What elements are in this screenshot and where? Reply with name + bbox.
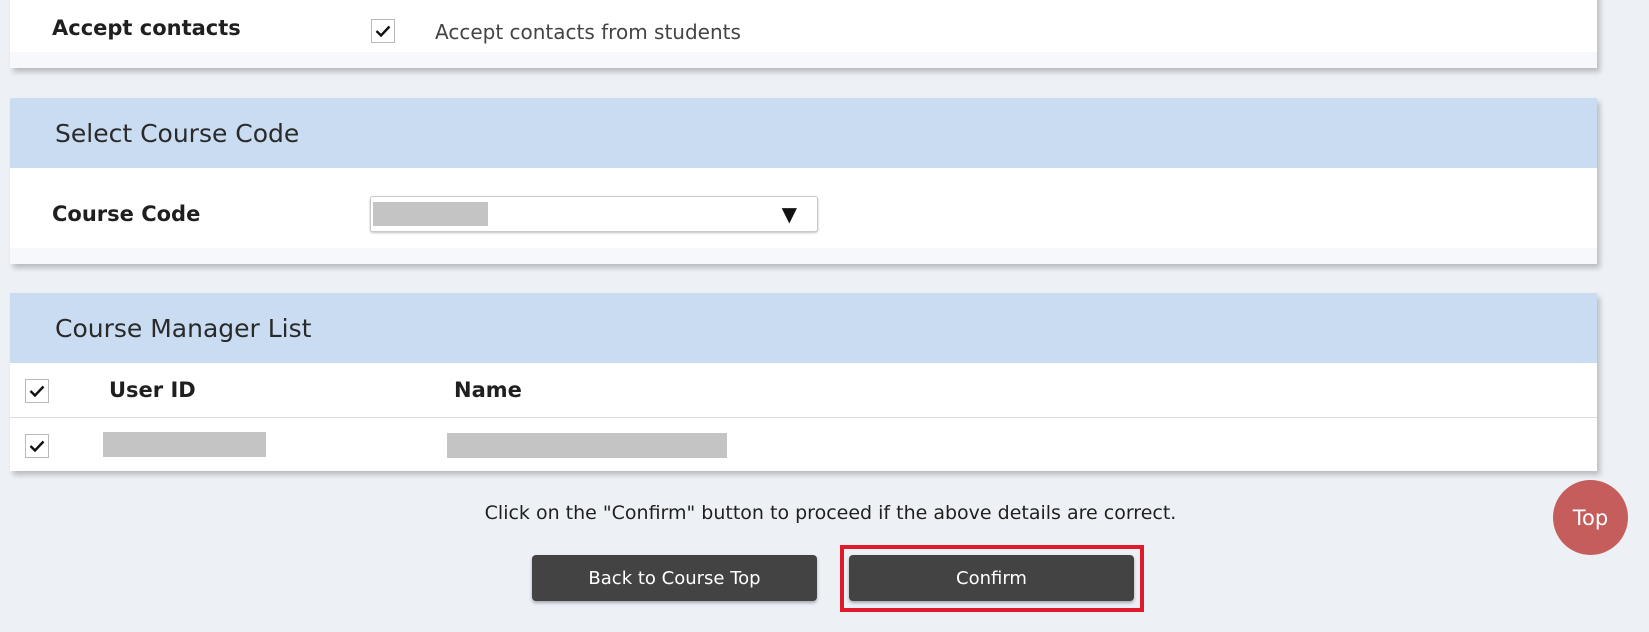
column-header-name: Name: [454, 378, 522, 402]
select-all-checkbox[interactable]: [25, 379, 49, 403]
course-code-label: Course Code: [52, 202, 201, 226]
contacts-panel: Accept contacts Accept contacts from stu…: [10, 0, 1597, 68]
row-divider: [10, 248, 1597, 264]
column-header-user-id: User ID: [109, 378, 196, 402]
accept-contacts-text: Accept contacts from students: [435, 20, 741, 44]
course-code-select[interactable]: ▼: [370, 196, 818, 232]
checkmark-icon: [375, 25, 391, 37]
dropdown-arrow-icon: ▼: [781, 202, 797, 226]
scroll-to-top-button[interactable]: Top: [1553, 480, 1628, 555]
course-manager-section-title: Course Manager List: [10, 293, 1597, 363]
checkmark-icon: [29, 440, 45, 452]
accept-contacts-row: Accept contacts Accept contacts from stu…: [10, 0, 1597, 52]
course-code-section-title: Select Course Code: [10, 98, 1597, 168]
checkmark-icon: [29, 385, 45, 397]
course-code-row: Course Code ▼: [10, 168, 1597, 248]
table-header-row: User ID Name: [10, 363, 1597, 418]
accept-contacts-label: Accept contacts: [52, 16, 241, 40]
course-code-panel: Select Course Code Course Code ▼: [10, 98, 1597, 264]
course-manager-panel: Course Manager List User ID Name: [10, 293, 1597, 471]
row-select-checkbox[interactable]: [25, 434, 49, 458]
accept-contacts-checkbox[interactable]: [371, 19, 395, 43]
confirm-notice-text: Click on the "Confirm" button to proceed…: [484, 502, 1177, 524]
table-row: [10, 418, 1597, 471]
course-code-selected-value: [373, 202, 488, 226]
name-cell: [447, 433, 727, 458]
row-divider: [10, 52, 1597, 68]
back-to-course-top-button[interactable]: Back to Course Top: [532, 555, 817, 601]
user-id-cell: [103, 432, 266, 457]
confirm-highlight-box: [840, 545, 1144, 612]
